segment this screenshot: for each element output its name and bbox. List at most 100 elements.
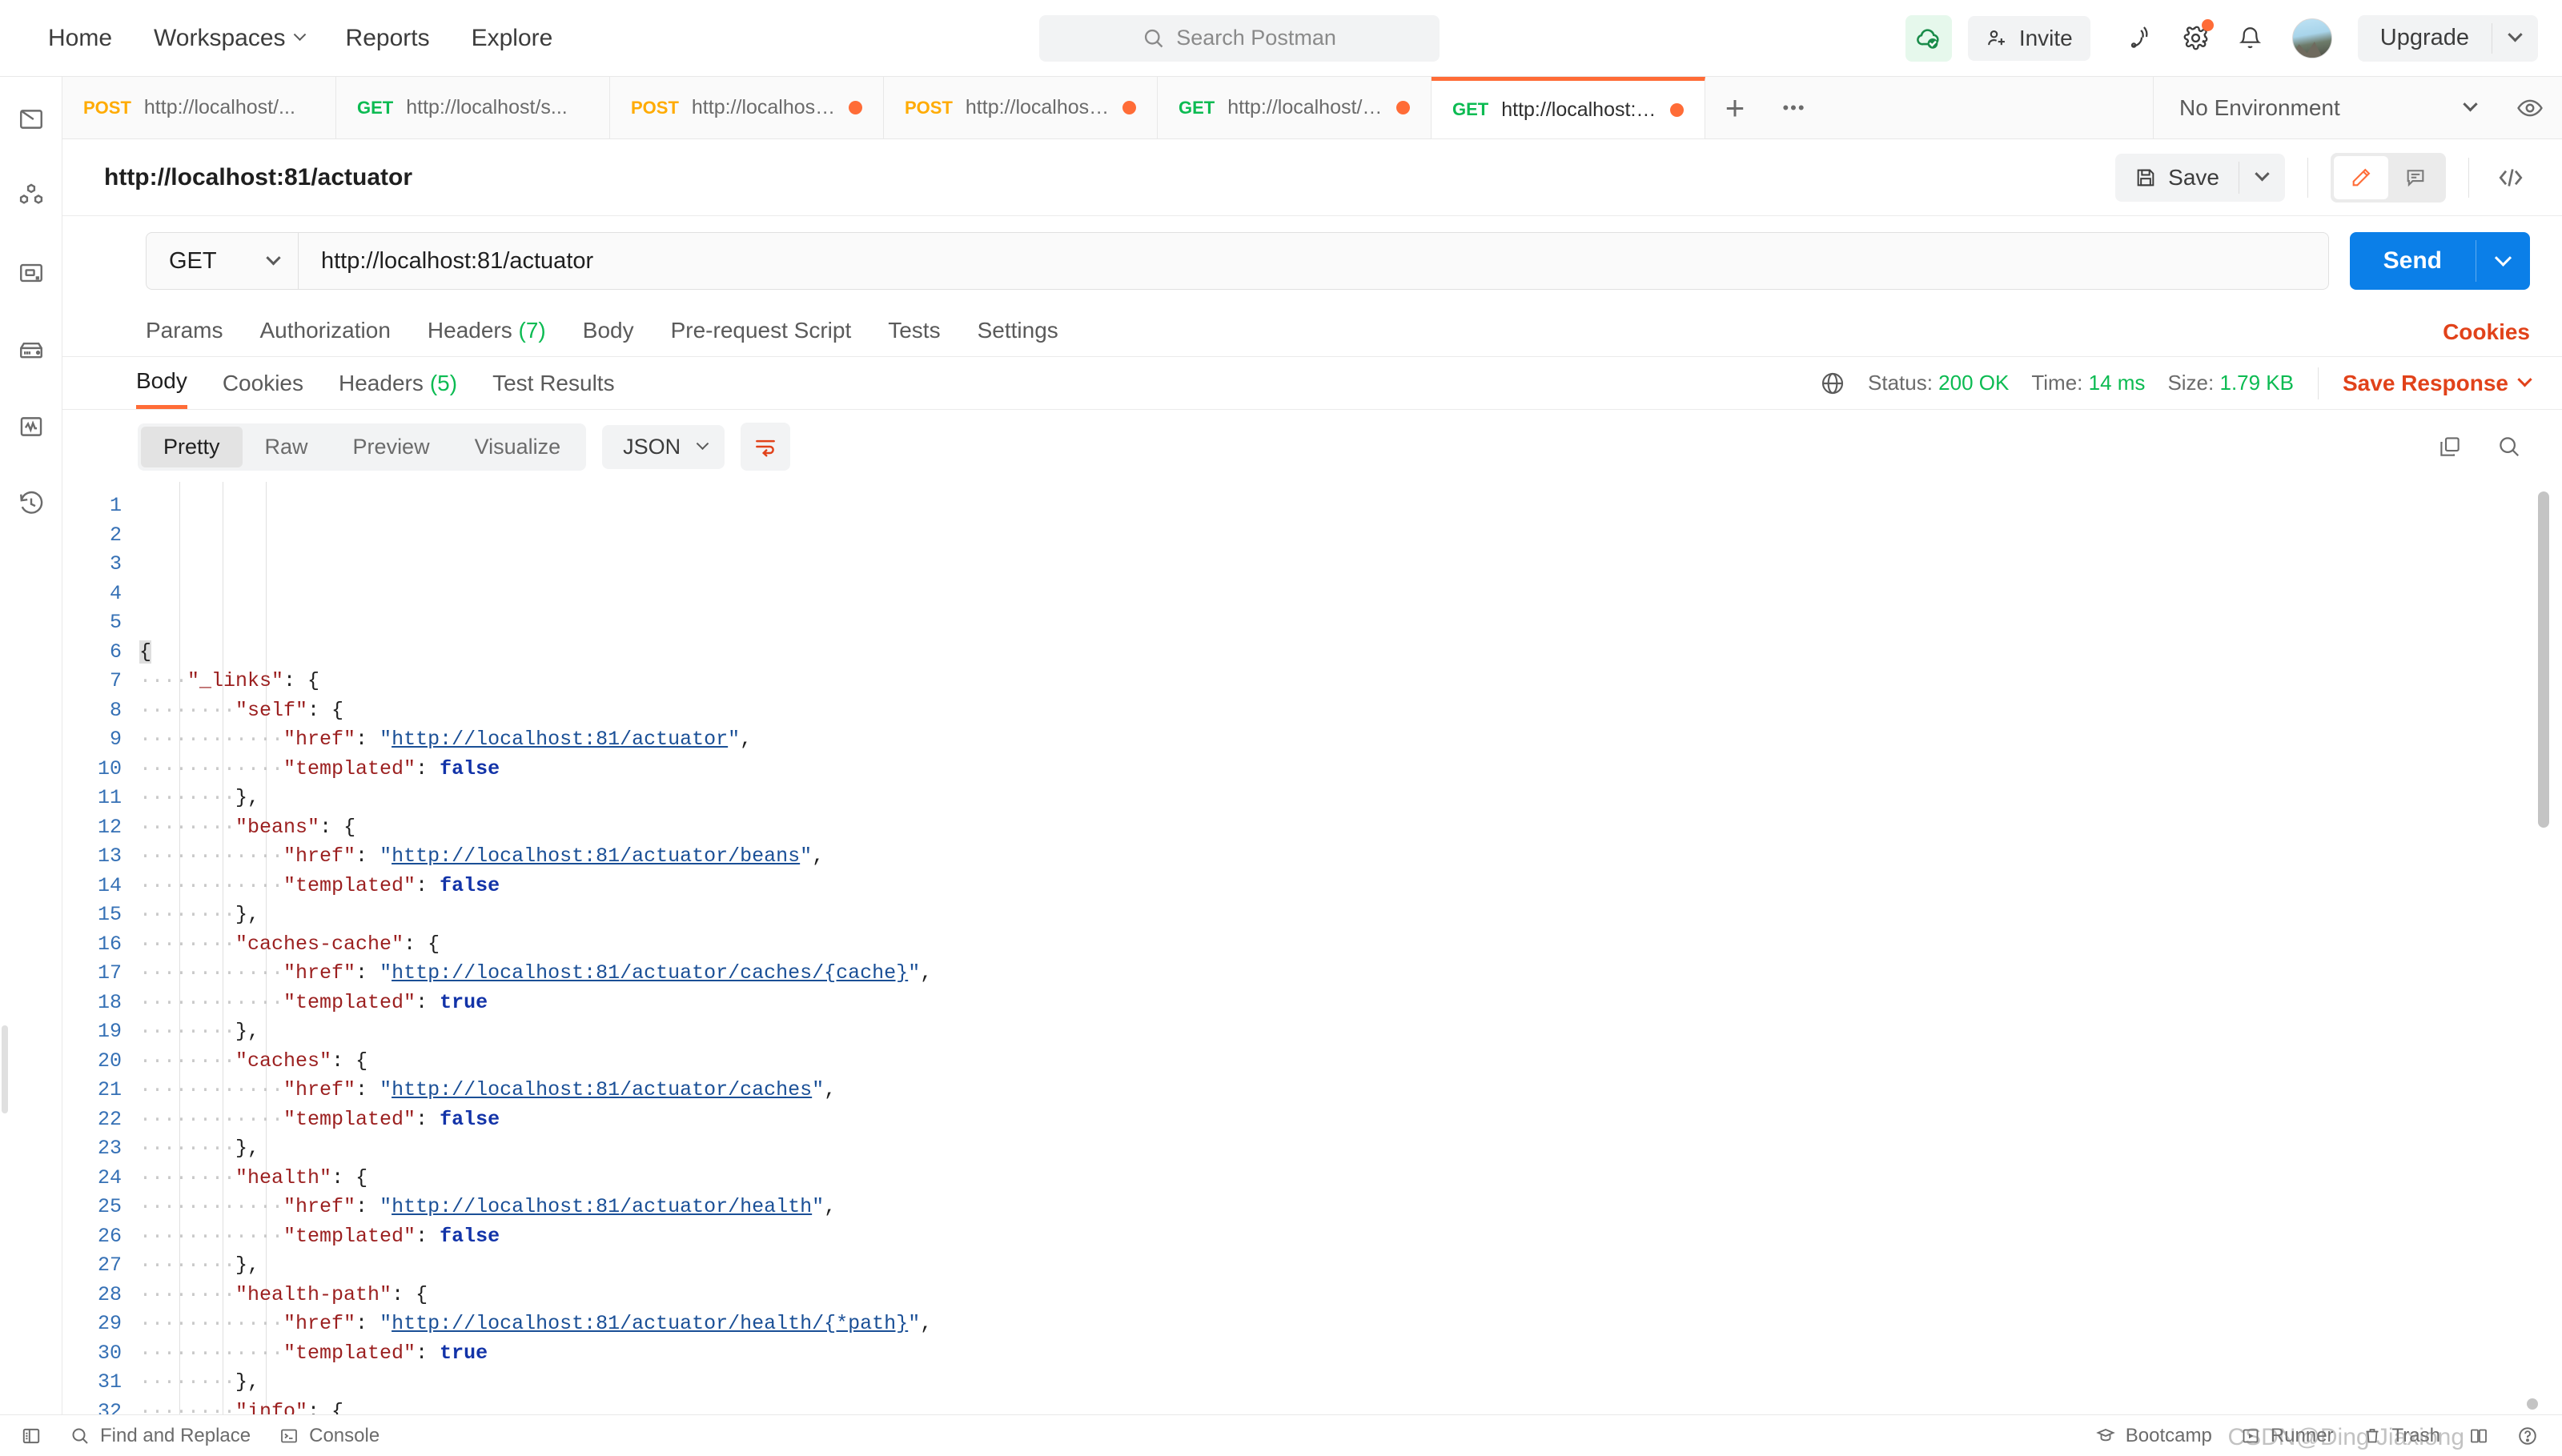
nav-link-reports[interactable]: Reports [325, 17, 451, 60]
code-line[interactable]: ········"health-path": { [139, 1281, 2562, 1310]
code-line[interactable]: ········"beans": { [139, 813, 2562, 843]
code-line[interactable]: ····"_links": { [139, 667, 2562, 696]
account-chevron-down-icon[interactable] [2492, 27, 2538, 43]
save-response-button[interactable]: Save Response [2343, 371, 2532, 396]
json-code-content[interactable]: {····"_links": {········"self": {·······… [135, 482, 2562, 1414]
invite-button[interactable]: Invite [1967, 15, 2090, 61]
sidebar-item-environments[interactable] [8, 250, 54, 296]
code-line[interactable]: ············"templated": false [139, 755, 2562, 784]
code-line[interactable]: ········"self": { [139, 696, 2562, 726]
response-tab-test-results[interactable]: Test Results [492, 357, 615, 409]
tab-settings[interactable]: Settings [978, 318, 1058, 347]
find-and-replace-button[interactable]: Find and Replace [70, 1425, 251, 1447]
edit-mode-button[interactable] [2334, 155, 2388, 199]
tab-authorization[interactable]: Authorization [259, 318, 390, 347]
response-tab-cookies[interactable]: Cookies [223, 357, 303, 409]
copy-button[interactable] [2429, 426, 2471, 467]
tab-pre-request-script[interactable]: Pre-request Script [671, 318, 852, 347]
search-input[interactable]: Search Postman [1039, 14, 1440, 62]
url-input[interactable] [299, 233, 2328, 289]
http-method-selector[interactable]: GET [147, 233, 299, 289]
trash-button[interactable]: Trash [2363, 1425, 2440, 1447]
new-tab-button[interactable]: + [1705, 77, 1765, 138]
code-line[interactable]: ········"health": { [139, 1164, 2562, 1193]
horizontal-scrollbar-thumb[interactable] [2527, 1398, 2538, 1410]
request-tab[interactable]: POST http://localhost/o... [884, 77, 1158, 138]
code-line[interactable]: { [139, 638, 2562, 668]
response-tab-headers[interactable]: Headers (5) [339, 357, 457, 409]
code-line[interactable]: ········}, [139, 1251, 2562, 1281]
code-line[interactable]: ············"templated": false [139, 1222, 2562, 1252]
nav-link-explore[interactable]: Explore [451, 17, 574, 60]
sidebar-item-apis[interactable] [8, 173, 54, 219]
code-line[interactable]: ········}, [139, 1368, 2562, 1398]
code-line[interactable]: ············"templated": false [139, 1105, 2562, 1135]
code-line[interactable]: ········}, [139, 1017, 2562, 1047]
environment-selector[interactable]: No Environment [2154, 77, 2498, 138]
tab-params[interactable]: Params [146, 318, 223, 347]
sidebar-resize-handle[interactable] [2, 1025, 8, 1113]
request-tab[interactable]: POST http://localhost/s... [610, 77, 884, 138]
request-tab-active[interactable]: GET http://localhost:81... [1432, 77, 1705, 138]
code-line[interactable]: ············"href": "http://localhost:81… [139, 842, 2562, 872]
code-line[interactable]: ············"href": "http://localhost:81… [139, 1193, 2562, 1222]
code-line[interactable]: ············"templated": false [139, 872, 2562, 901]
code-line[interactable]: ············"href": "http://localhost:81… [139, 725, 2562, 755]
console-button[interactable]: Console [279, 1425, 379, 1447]
code-line[interactable]: ········}, [139, 1134, 2562, 1164]
upgrade-button[interactable]: Upgrade [2358, 25, 2492, 51]
sidebar-item-monitors[interactable] [8, 403, 54, 450]
save-options-button[interactable] [2239, 166, 2285, 183]
nav-link-workspaces[interactable]: Workspaces [133, 17, 325, 60]
code-snippet-button[interactable] [2492, 163, 2530, 192]
format-selector[interactable]: JSON [602, 424, 725, 469]
save-button[interactable]: Save [2115, 165, 2239, 191]
help-button[interactable] [2517, 1426, 2538, 1446]
tab-options-button[interactable]: ••• [1765, 77, 1824, 138]
sidebar-item-mock-servers[interactable] [8, 327, 54, 373]
code-line[interactable]: ············"templated": true [139, 1339, 2562, 1369]
gear-icon[interactable] [2172, 14, 2220, 62]
code-line[interactable]: ············"href": "http://localhost:81… [139, 959, 2562, 989]
panels-toggle-button[interactable] [2469, 1426, 2488, 1446]
code-line[interactable]: ········}, [139, 784, 2562, 813]
code-line[interactable]: ············"href": "http://localhost:81… [139, 1076, 2562, 1105]
code-line[interactable]: ········"caches": { [139, 1047, 2562, 1077]
view-mode-visualize[interactable]: Visualize [452, 427, 584, 467]
send-options-button[interactable] [2476, 232, 2530, 290]
tab-headers[interactable]: Headers (7) [428, 318, 546, 347]
sidebar-toggle-button[interactable] [21, 1426, 42, 1446]
send-button[interactable]: Send [2350, 232, 2476, 290]
code-line[interactable]: ········"caches-cache": { [139, 930, 2562, 960]
vertical-scrollbar-track[interactable] [2538, 482, 2556, 1414]
code-line[interactable]: ········"info": { [139, 1398, 2562, 1415]
search-body-button[interactable] [2488, 426, 2530, 467]
view-mode-preview[interactable]: Preview [331, 427, 452, 467]
avatar[interactable] [2291, 18, 2332, 58]
bootcamp-button[interactable]: Bootcamp [2095, 1425, 2212, 1447]
response-tab-body[interactable]: Body [136, 357, 187, 409]
environment-quick-look-button[interactable] [2498, 77, 2562, 138]
sidebar-item-history[interactable] [8, 480, 54, 527]
code-line[interactable]: ············"templated": true [139, 989, 2562, 1018]
tab-tests[interactable]: Tests [888, 318, 940, 347]
cloud-check-icon[interactable] [1905, 14, 1952, 62]
view-mode-pretty[interactable]: Pretty [141, 426, 243, 467]
sidebar-item-collections[interactable] [8, 96, 54, 142]
nav-link-home[interactable]: Home [27, 17, 133, 60]
response-body-viewer[interactable]: 1 2 3 4 5 6 7 8 9 10 11 12 13 14 15 16 17 18 19 20 21 22 23 24 2… [62, 482, 2562, 1414]
code-line[interactable]: ············"href": "http://localhost:81… [139, 1310, 2562, 1339]
vertical-scrollbar-thumb[interactable] [2538, 491, 2549, 828]
request-tab[interactable]: POST http://localhost/... [62, 77, 336, 138]
code-line[interactable]: ········}, [139, 900, 2562, 930]
view-mode-raw[interactable]: Raw [243, 427, 331, 467]
comment-mode-button[interactable] [2388, 156, 2443, 199]
tab-body[interactable]: Body [583, 318, 634, 347]
bell-icon[interactable] [2227, 14, 2275, 62]
wrap-lines-button[interactable] [741, 423, 791, 471]
cookies-link[interactable]: Cookies [2443, 319, 2530, 345]
runner-button[interactable]: Runner [2241, 1425, 2334, 1447]
request-tab[interactable]: GET http://localhost/m... [1158, 77, 1432, 138]
request-tab[interactable]: GET http://localhost/s... [336, 77, 610, 138]
satellite-icon[interactable] [2118, 14, 2166, 62]
